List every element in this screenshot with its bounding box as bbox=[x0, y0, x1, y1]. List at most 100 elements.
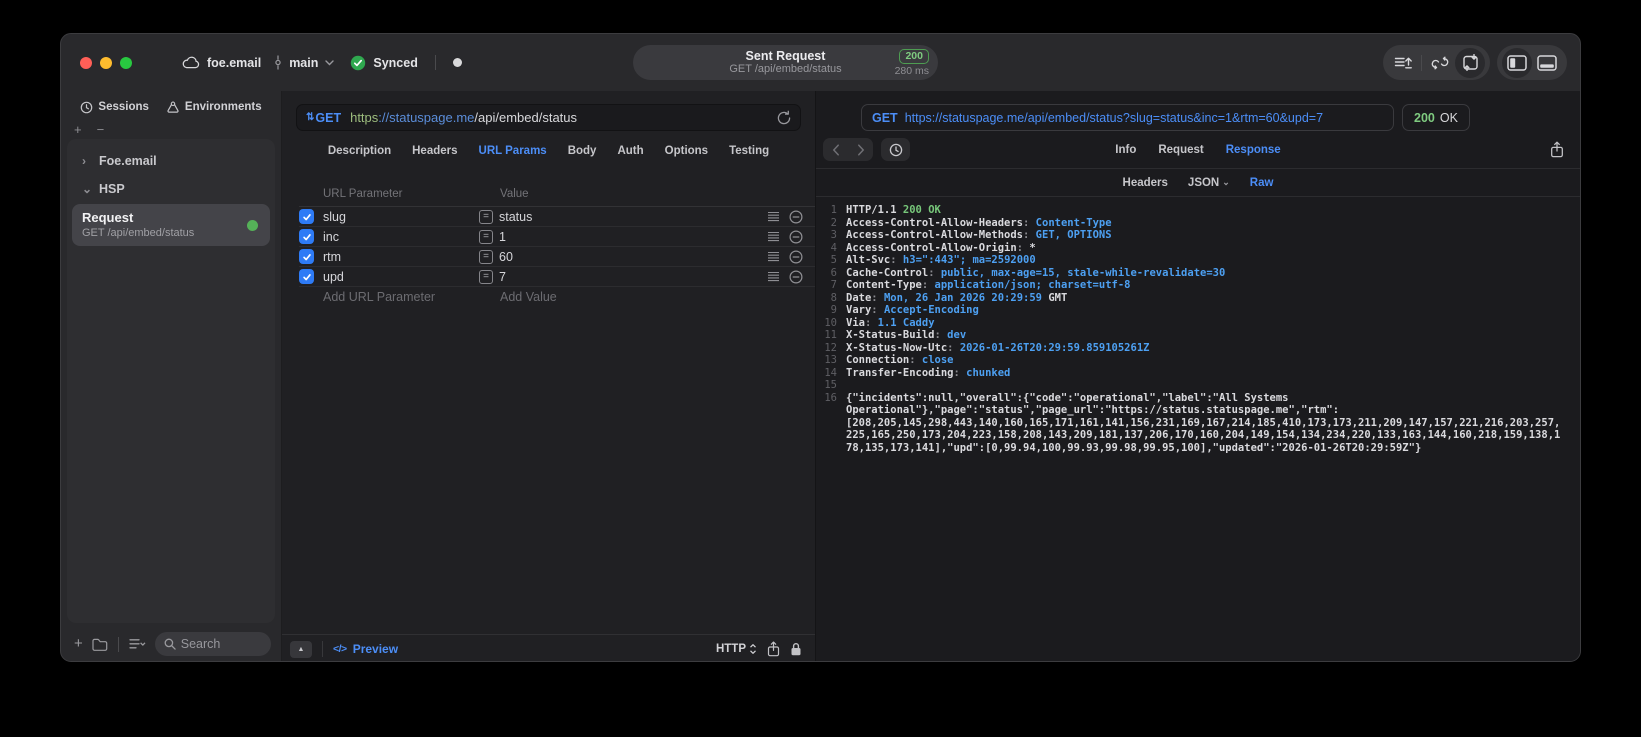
sidebar-item-hsp[interactable]: ⌄ HSP bbox=[67, 175, 275, 203]
param-name[interactable]: inc bbox=[323, 230, 479, 244]
import-export-icon[interactable] bbox=[1455, 47, 1485, 78]
param-value[interactable]: 60 bbox=[499, 250, 513, 264]
list-export-icon[interactable] bbox=[1388, 48, 1418, 78]
method-label: GET bbox=[315, 110, 342, 125]
row-options-icon[interactable] bbox=[767, 251, 780, 262]
tab-sessions-label: Sessions bbox=[98, 101, 149, 113]
new-request-button[interactable]: + bbox=[74, 636, 83, 651]
tab-headers[interactable]: Headers bbox=[412, 145, 457, 157]
sidebar-search[interactable] bbox=[154, 632, 271, 656]
lock-icon[interactable] bbox=[790, 642, 802, 656]
zoom-window-button[interactable] bbox=[120, 56, 132, 69]
tab-sessions[interactable]: Sessions bbox=[80, 101, 149, 114]
sidebar-item-foe-email[interactable]: › Foe.email bbox=[67, 147, 275, 175]
search-input[interactable] bbox=[180, 637, 262, 651]
minimize-window-button[interactable] bbox=[100, 56, 112, 69]
tab-options[interactable]: Options bbox=[665, 145, 708, 157]
cloud-icon bbox=[182, 56, 200, 69]
forward-button[interactable] bbox=[848, 143, 873, 156]
remove-row-icon[interactable] bbox=[789, 209, 803, 224]
subtab-headers[interactable]: Headers bbox=[1123, 177, 1168, 189]
environments-icon bbox=[166, 101, 180, 114]
chevron-down-icon[interactable] bbox=[325, 59, 335, 66]
line-text: Vary: Accept-Encoding bbox=[846, 304, 979, 316]
method-updown-icon: ⇅ bbox=[306, 112, 315, 123]
param-value[interactable]: status bbox=[499, 210, 532, 224]
status-code-badge: 200 bbox=[899, 48, 929, 64]
merge-sync-icon[interactable] bbox=[1425, 48, 1455, 78]
param-value[interactable]: 7 bbox=[499, 270, 506, 284]
param-checkbox[interactable] bbox=[299, 269, 314, 284]
sidebar-item-request[interactable]: Request GET /api/embed/status bbox=[72, 204, 270, 246]
method-selector[interactable]: ⇅ GET bbox=[306, 111, 341, 125]
tab-auth[interactable]: Auth bbox=[617, 145, 643, 157]
toggle-bottom-panel-icon[interactable] bbox=[1532, 48, 1562, 78]
sent-request-url[interactable]: GET https://statuspage.me/api/embed/stat… bbox=[861, 104, 1394, 131]
request-status-title: Sent Request bbox=[745, 49, 826, 63]
param-checkbox[interactable] bbox=[299, 209, 314, 224]
line-text: Connection: close bbox=[846, 354, 954, 366]
updown-chevrons-icon bbox=[750, 644, 756, 654]
line-number: 2 bbox=[830, 216, 837, 229]
share-icon[interactable] bbox=[767, 641, 780, 657]
param-name[interactable]: slug bbox=[323, 210, 479, 224]
param-checkbox[interactable] bbox=[299, 229, 314, 244]
branch-icon bbox=[274, 55, 282, 70]
close-window-button[interactable] bbox=[80, 56, 92, 69]
back-button[interactable] bbox=[823, 143, 848, 156]
code-line: 4 Access-Control-Allow-Origin: * bbox=[822, 242, 1566, 255]
tab-info[interactable]: Info bbox=[1115, 144, 1136, 156]
branch-name[interactable]: main bbox=[289, 56, 318, 70]
tab-url-params[interactable]: URL Params bbox=[479, 145, 547, 157]
remove-row-icon[interactable] bbox=[789, 249, 803, 264]
row-options-icon[interactable] bbox=[767, 211, 780, 222]
request-editor-panel: ⇅ GET https://statuspage.me/api/embed/st… bbox=[282, 91, 816, 661]
remove-item-button[interactable]: − bbox=[97, 123, 105, 136]
row-options-icon[interactable] bbox=[767, 231, 780, 242]
add-param-row[interactable]: Add URL Parameter Add Value bbox=[299, 287, 815, 307]
remove-row-icon[interactable] bbox=[789, 269, 803, 284]
resend-request-icon[interactable] bbox=[777, 110, 791, 125]
history-clock-icon[interactable] bbox=[881, 138, 910, 161]
toggle-sidebar-icon[interactable] bbox=[1502, 47, 1532, 78]
preview-button[interactable]: </> Preview bbox=[333, 642, 398, 656]
param-name[interactable]: upd bbox=[323, 270, 479, 284]
subtab-raw[interactable]: Raw bbox=[1250, 177, 1274, 189]
param-value[interactable]: 1 bbox=[499, 230, 506, 244]
remove-row-icon[interactable] bbox=[789, 229, 803, 244]
export-response-icon[interactable] bbox=[1550, 141, 1564, 158]
param-value-cell: = 7 bbox=[479, 269, 767, 284]
add-param-value-placeholder[interactable]: Add Value bbox=[479, 290, 815, 304]
code-line: 15 bbox=[822, 379, 1566, 392]
add-param-name-placeholder[interactable]: Add URL Parameter bbox=[299, 290, 479, 304]
param-name[interactable]: rtm bbox=[323, 250, 479, 264]
tab-body[interactable]: Body bbox=[568, 145, 597, 157]
tab-response[interactable]: Response bbox=[1226, 144, 1281, 156]
tab-testing[interactable]: Testing bbox=[729, 145, 769, 157]
subtab-json[interactable]: JSON ⌄ bbox=[1188, 177, 1230, 189]
display-options-icon[interactable] bbox=[129, 638, 146, 650]
add-item-button[interactable]: + bbox=[74, 123, 82, 136]
tab-description[interactable]: Description bbox=[328, 145, 391, 157]
response-code[interactable]: 1 HTTP/1.1 200 OK 2 Access-Control-Allow-He… bbox=[816, 197, 1580, 661]
project-name[interactable]: foe.email bbox=[207, 56, 261, 70]
column-header-value: Value bbox=[500, 188, 529, 200]
url-bar[interactable]: ⇅ GET https://statuspage.me/api/embed/st… bbox=[296, 104, 801, 131]
row-options-icon[interactable] bbox=[767, 271, 780, 282]
request-status-pill[interactable]: Sent Request GET /api/embed/status 200 2… bbox=[633, 45, 938, 80]
collapse-panel-button[interactable]: ▲ bbox=[290, 640, 312, 658]
tab-request[interactable]: Request bbox=[1158, 144, 1203, 156]
line-text: Access-Control-Allow-Methods: GET, OPTIO… bbox=[846, 229, 1112, 241]
tab-environments[interactable]: Environments bbox=[166, 101, 262, 114]
code-line: 7 Content-Type: application/json; charset… bbox=[822, 279, 1566, 292]
request-url[interactable]: https://statuspage.me/api/embed/status bbox=[350, 110, 777, 125]
line-text: Content-Type: application/json; charset=… bbox=[846, 279, 1131, 291]
param-checkbox[interactable] bbox=[299, 249, 314, 264]
protocol-selector[interactable]: HTTP bbox=[716, 643, 757, 655]
tree-item-label: Foe.email bbox=[99, 154, 157, 168]
subtab-label: Headers bbox=[1122, 176, 1168, 189]
new-folder-icon[interactable] bbox=[92, 638, 108, 651]
divider bbox=[434, 55, 436, 70]
request-success-dot bbox=[247, 219, 258, 231]
traffic-lights bbox=[80, 56, 132, 69]
